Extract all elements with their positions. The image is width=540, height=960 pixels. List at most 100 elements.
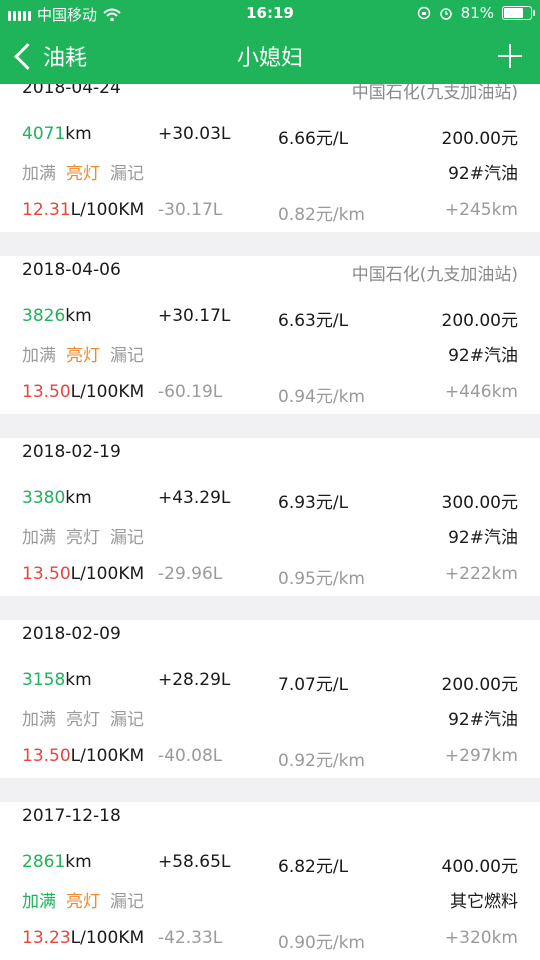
record-station: 中国石化(九支加油站) <box>351 265 518 285</box>
record-cost-per-km: 0.82元/km <box>278 205 365 225</box>
tag-light: 亮灯 <box>66 528 100 548</box>
tag-full: 加满 <box>22 710 56 730</box>
odometer-unit: km <box>65 488 92 508</box>
header: 中国移动 16:19 81% 油耗 小媳妇 <box>0 0 540 84</box>
record-odometer: 2861km <box>22 852 92 872</box>
record-amount: 400.00元 <box>441 857 518 877</box>
tag-full: 加满 <box>22 892 56 912</box>
tag-missed: 漏记 <box>110 892 144 912</box>
record-card[interactable]: 2018-04-06 中国石化(九支加油站) 3826km +30.17L 6.63元/… <box>0 256 540 414</box>
record-diff: -40.08L <box>158 746 223 766</box>
record-odometer: 3158km <box>22 670 92 690</box>
record-volume: +43.29L <box>158 488 231 508</box>
record-odometer: 3826km <box>22 306 92 326</box>
record-tags: 加满 亮灯 漏记 <box>22 341 154 366</box>
consumption-value: 12.31 <box>22 200 71 220</box>
record-odometer: 3380km <box>22 488 92 508</box>
odometer-value: 3158 <box>22 670 66 690</box>
odometer-unit: km <box>65 306 92 326</box>
record-diff: -30.17L <box>158 200 223 220</box>
record-volume: +30.03L <box>158 124 231 144</box>
odometer-value: 3380 <box>22 488 66 508</box>
odometer-unit: km <box>65 852 92 872</box>
consumption-value: 13.23 <box>22 928 71 948</box>
record-distance: +245km <box>444 200 518 220</box>
status-bar: 中国移动 16:19 81% <box>0 0 540 28</box>
record-tags: 加满 亮灯 漏记 <box>22 523 154 548</box>
record-card[interactable]: 2018-02-09 3158km +28.29L 7.07元/L 200.00元加满亮… <box>0 620 540 778</box>
record-consumption: 12.31L/100KM <box>22 200 144 220</box>
record-card[interactable]: 2018-04-24 中国石化(九支加油站) 4071km +30.03L 6.66元/… <box>0 84 540 232</box>
alarm-icon <box>439 8 452 20</box>
tag-light: 亮灯 <box>66 164 100 184</box>
record-cost-per-km: 0.92元/km <box>278 751 365 771</box>
record-diff: -60.19L <box>158 382 223 402</box>
record-tags: 加满 亮灯 漏记 <box>22 705 154 730</box>
rotation-lock-icon <box>417 6 430 20</box>
record-tags: 加满 亮灯 漏记 <box>22 159 154 184</box>
consumption-unit: L/100KM <box>70 928 145 948</box>
battery-percent: 81% <box>460 4 494 22</box>
record-distance: +446km <box>444 382 518 402</box>
record-fuel-type: 其它燃料 <box>450 892 518 912</box>
page-title: 小媳妇 <box>236 46 303 71</box>
consumption-unit: L/100KM <box>70 382 145 402</box>
record-diff: -29.96L <box>158 564 223 584</box>
add-icon[interactable] <box>496 42 524 70</box>
record-amount: 200.00元 <box>441 129 518 149</box>
record-consumption: 13.50L/100KM <box>22 564 144 584</box>
record-cost-per-km: 0.90元/km <box>278 933 365 953</box>
odometer-value: 3826 <box>22 306 66 326</box>
tag-full: 加满 <box>22 346 56 366</box>
tag-missed: 漏记 <box>110 710 144 730</box>
record-distance: +222km <box>444 564 518 584</box>
battery-icon <box>502 6 535 20</box>
record-price: 6.82元/L <box>278 857 349 877</box>
record-amount: 300.00元 <box>441 493 518 513</box>
tag-full: 加满 <box>22 528 56 548</box>
record-price: 7.07元/L <box>278 675 349 695</box>
record-price: 6.93元/L <box>278 493 349 513</box>
record-date: 2018-02-09 <box>22 624 121 644</box>
nav-bar: 油耗 小媳妇 <box>0 28 540 84</box>
record-tags: 加满 亮灯 漏记 <box>22 887 154 912</box>
record-consumption: 13.50L/100KM <box>22 382 144 402</box>
record-odometer: 4071km <box>22 124 92 144</box>
tag-missed: 漏记 <box>110 346 144 366</box>
odometer-value: 2861 <box>22 852 66 872</box>
record-amount: 200.00元 <box>441 311 518 331</box>
record-volume: +58.65L <box>158 852 231 872</box>
consumption-value: 13.50 <box>22 382 71 402</box>
record-fuel-type: 92#汽油 <box>448 528 518 548</box>
record-price: 6.66元/L <box>278 129 349 149</box>
record-date: 2018-02-19 <box>22 442 121 462</box>
consumption-value: 13.50 <box>22 746 71 766</box>
record-volume: +30.17L <box>158 306 231 326</box>
tag-full: 加满 <box>22 164 56 184</box>
record-card[interactable]: 2017-12-18 2861km +58.65L 6.82元/L 400.00元加满亮… <box>0 802 540 960</box>
tag-light: 亮灯 <box>66 892 100 912</box>
record-consumption: 13.23L/100KM <box>22 928 144 948</box>
odometer-value: 4071 <box>22 124 66 144</box>
record-volume: +28.29L <box>158 670 231 690</box>
consumption-unit: L/100KM <box>70 200 145 220</box>
record-amount: 200.00元 <box>441 675 518 695</box>
tag-light: 亮灯 <box>66 346 100 366</box>
record-list[interactable]: 2018-04-24 中国石化(九支加油站) 4071km +30.03L 6.66元/… <box>0 84 540 960</box>
odometer-unit: km <box>65 670 92 690</box>
record-cost-per-km: 0.95元/km <box>278 569 365 589</box>
record-station: 中国石化(九支加油站) <box>351 84 518 103</box>
record-distance: +297km <box>444 746 518 766</box>
consumption-unit: L/100KM <box>70 564 145 584</box>
record-fuel-type: 92#汽油 <box>448 346 518 366</box>
tag-missed: 漏记 <box>110 164 144 184</box>
consumption-unit: L/100KM <box>70 746 145 766</box>
record-fuel-type: 92#汽油 <box>448 710 518 730</box>
record-cost-per-km: 0.94元/km <box>278 387 365 407</box>
record-date: 2017-12-18 <box>22 806 121 826</box>
record-fuel-type: 92#汽油 <box>448 164 518 184</box>
record-card[interactable]: 2018-02-19 3380km +43.29L 6.93元/L 300.00元加满亮… <box>0 438 540 596</box>
record-consumption: 13.50L/100KM <box>22 746 144 766</box>
tag-missed: 漏记 <box>110 528 144 548</box>
odometer-unit: km <box>65 124 92 144</box>
